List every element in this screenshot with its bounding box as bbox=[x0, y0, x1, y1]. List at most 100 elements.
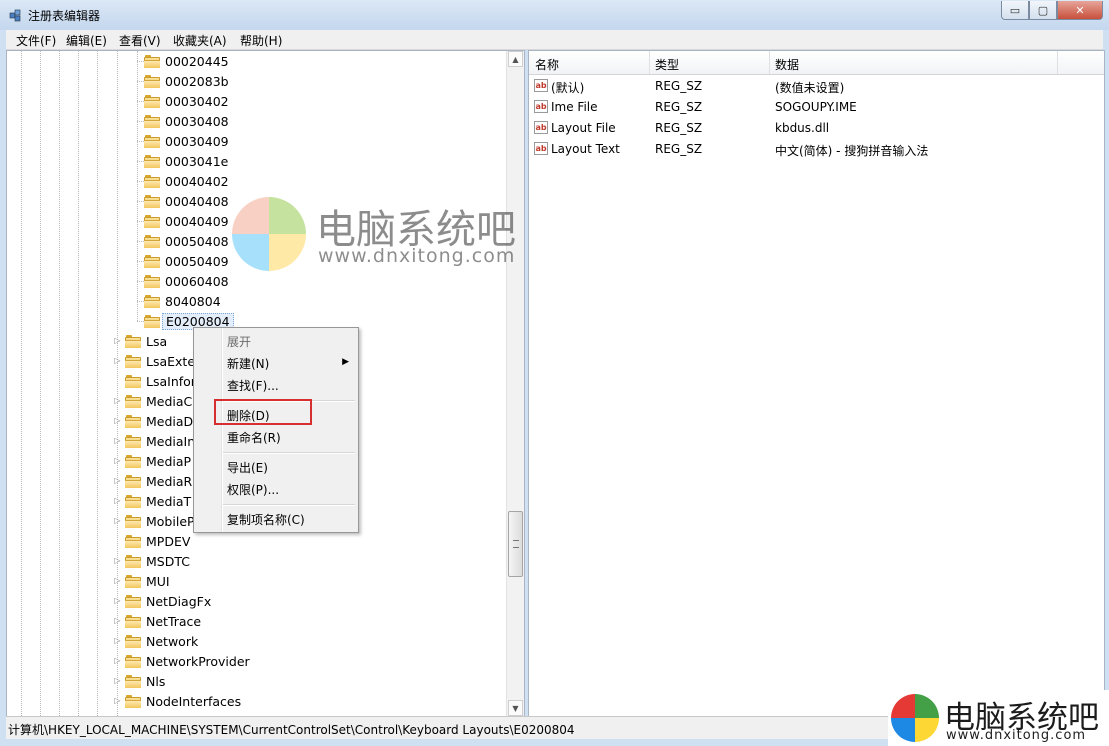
menu-item-rename[interactable]: 重命名(R) bbox=[227, 429, 281, 446]
menu-help[interactable]: 帮助(H) bbox=[240, 32, 282, 49]
column-name[interactable]: 名称 bbox=[535, 56, 559, 73]
expand-arrow-icon[interactable]: ▷ bbox=[113, 696, 122, 705]
tree-item[interactable]: NetworkProvider bbox=[125, 651, 250, 671]
tree-scrollbar[interactable]: ▲ ▼ bbox=[506, 51, 524, 716]
menu-item-permissions[interactable]: 权限(P)... bbox=[227, 481, 279, 498]
close-button[interactable]: ✕ bbox=[1057, 1, 1103, 20]
expand-arrow-icon[interactable]: ▷ bbox=[113, 416, 122, 425]
list-item[interactable]: ab Layout File REG_SZ kbdus.dll bbox=[529, 118, 1104, 139]
tree-item[interactable]: MediaD bbox=[125, 411, 193, 431]
tree-item[interactable]: MUI bbox=[125, 571, 170, 591]
folder-icon bbox=[125, 394, 141, 408]
tree-item[interactable]: NodeInterfaces bbox=[125, 691, 241, 711]
expand-arrow-icon[interactable]: ▷ bbox=[113, 356, 122, 365]
tree-item[interactable]: 0002083b bbox=[144, 71, 229, 91]
tree-item[interactable]: MPDEV bbox=[125, 531, 190, 551]
menu-icon-gutter bbox=[221, 328, 223, 532]
expand-arrow-icon[interactable]: ▷ bbox=[113, 556, 122, 565]
expand-arrow-icon[interactable]: ▷ bbox=[113, 676, 122, 685]
tree-item[interactable]: 8040804 bbox=[144, 291, 221, 311]
expand-arrow-icon[interactable]: ▷ bbox=[113, 396, 122, 405]
folder-icon bbox=[144, 234, 160, 248]
tree-item-label: Lsa bbox=[146, 333, 168, 349]
tree-item-label: 00030409 bbox=[165, 133, 229, 149]
expand-arrow-icon[interactable]: ▷ bbox=[113, 596, 122, 605]
tree-item[interactable]: LsaInfor bbox=[125, 371, 196, 391]
menu-item-new[interactable]: 新建(N) bbox=[227, 355, 269, 372]
submenu-arrow-icon: ▶ bbox=[342, 357, 349, 367]
maximize-button[interactable]: ▢ bbox=[1029, 1, 1057, 20]
tree-item[interactable]: 0003041e bbox=[144, 151, 228, 171]
tree-item[interactable]: NetTrace bbox=[125, 611, 201, 631]
regedit-app-icon bbox=[9, 9, 21, 22]
value-name: Ime File bbox=[551, 100, 598, 114]
tree-item[interactable]: 00050409 bbox=[144, 251, 229, 271]
tree-item[interactable]: MSDTC bbox=[125, 551, 190, 571]
scroll-up-arrow-icon[interactable]: ▲ bbox=[508, 51, 523, 67]
folder-icon bbox=[125, 334, 141, 348]
value-data: 中文(简体) - 搜狗拼音输入法 bbox=[775, 144, 929, 158]
tree-item-label: 00030408 bbox=[165, 113, 229, 129]
menu-separator bbox=[223, 504, 355, 506]
menu-item-export[interactable]: 导出(E) bbox=[227, 459, 268, 476]
tree-item[interactable]: 00040409 bbox=[144, 211, 229, 231]
expand-arrow-icon[interactable]: ▷ bbox=[113, 576, 122, 585]
tree-item[interactable]: MediaR bbox=[125, 471, 192, 491]
tree-item[interactable]: 00050408 bbox=[144, 231, 229, 251]
scroll-down-arrow-icon[interactable]: ▼ bbox=[508, 700, 523, 716]
expand-arrow-icon[interactable]: ▷ bbox=[113, 476, 122, 485]
minimize-button[interactable]: ▭ bbox=[1001, 1, 1029, 20]
tree-item[interactable]: NetDiagFx bbox=[125, 591, 211, 611]
tree-item-label: 00040408 bbox=[165, 193, 229, 209]
tree-item[interactable]: LsaExte bbox=[125, 351, 195, 371]
list-item[interactable]: ab (默认) REG_SZ (数值未设置) bbox=[529, 76, 1104, 97]
expand-arrow-icon[interactable]: ▷ bbox=[113, 436, 122, 445]
menu-item-copy-key-name[interactable]: 复制项名称(C) bbox=[227, 511, 305, 528]
expand-arrow-icon[interactable]: ▷ bbox=[113, 516, 122, 525]
column-data[interactable]: 数据 bbox=[775, 56, 799, 73]
tree-item[interactable]: 00030408 bbox=[144, 111, 229, 131]
expand-arrow-icon[interactable]: ▷ bbox=[113, 496, 122, 505]
column-type[interactable]: 类型 bbox=[655, 56, 679, 73]
expand-arrow-icon[interactable]: ▷ bbox=[113, 456, 122, 465]
tree-item-label: NetDiagFx bbox=[146, 593, 212, 609]
tree-item[interactable]: MediaT bbox=[125, 491, 191, 511]
menu-item-expand[interactable]: 展开 bbox=[227, 333, 251, 350]
tree-item[interactable]: 00040402 bbox=[144, 171, 229, 191]
scroll-thumb[interactable] bbox=[508, 511, 523, 577]
tree-item[interactable]: 00020445 bbox=[144, 51, 229, 71]
folder-icon bbox=[144, 254, 160, 268]
tree-item-label: Nls bbox=[146, 673, 166, 689]
menu-item-find[interactable]: 查找(F)... bbox=[227, 377, 279, 394]
list-item[interactable]: ab Ime File REG_SZ SOGOUPY.IME bbox=[529, 97, 1104, 118]
tree-item[interactable]: 00040408 bbox=[144, 191, 229, 211]
tree-item[interactable]: Nls bbox=[125, 671, 165, 691]
tree-item[interactable]: 00060408 bbox=[144, 271, 229, 291]
tree-item[interactable]: Network bbox=[125, 631, 198, 651]
maximize-icon: ▢ bbox=[1037, 3, 1049, 17]
expand-arrow-icon[interactable]: ▷ bbox=[113, 336, 122, 345]
expand-arrow-icon[interactable]: ▷ bbox=[113, 656, 122, 665]
tree-item[interactable]: MediaIn bbox=[125, 431, 195, 451]
list-item[interactable]: ab Layout Text REG_SZ 中文(简体) - 搜狗拼音输入法 bbox=[529, 139, 1104, 160]
tree-item-label: MediaIn bbox=[146, 433, 196, 449]
tree-item-label: MobileP bbox=[146, 513, 195, 529]
values-list-pane[interactable]: 名称 类型 数据 ab (默认) REG_SZ (数值未设置) ab Ime File RE… bbox=[528, 50, 1105, 717]
expand-arrow-icon[interactable]: ▷ bbox=[113, 616, 122, 625]
folder-icon bbox=[125, 514, 141, 528]
title-bar[interactable]: 注册表编辑器 ▭ ▢ ✕ bbox=[0, 0, 1109, 30]
tree-item[interactable]: MediaC bbox=[125, 391, 192, 411]
tree-item[interactable]: MediaP bbox=[125, 451, 191, 471]
tree-item[interactable]: Lsa bbox=[125, 331, 167, 351]
tree-item[interactable]: MobileP bbox=[125, 511, 195, 531]
column-header: 名称 类型 数据 bbox=[529, 51, 1104, 75]
tree-item-label: 8040804 bbox=[165, 293, 221, 309]
tree-item-label: MediaP bbox=[146, 453, 192, 469]
menu-favorites[interactable]: 收藏夹(A) bbox=[173, 32, 227, 49]
expand-arrow-icon[interactable]: ▷ bbox=[113, 636, 122, 645]
tree-item[interactable]: 00030409 bbox=[144, 131, 229, 151]
menu-edit[interactable]: 编辑(E) bbox=[66, 32, 107, 49]
tree-item[interactable]: 00030402 bbox=[144, 91, 229, 111]
menu-view[interactable]: 查看(V) bbox=[119, 32, 161, 49]
menu-file[interactable]: 文件(F) bbox=[16, 32, 56, 49]
